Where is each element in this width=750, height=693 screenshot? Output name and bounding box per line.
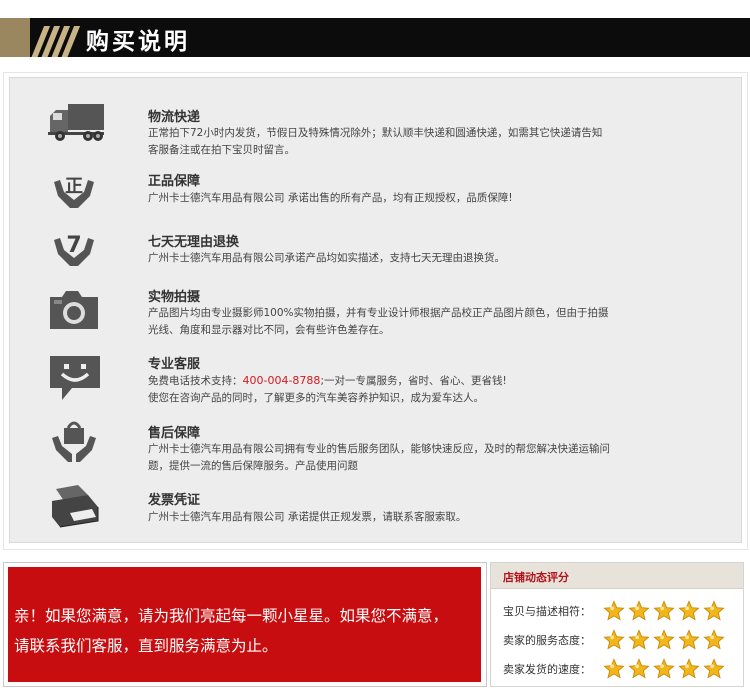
rating-row: 卖家的服务态度： (503, 629, 743, 651)
rating-label: 宝贝与描述相符： (503, 605, 591, 618)
star-icon (653, 658, 675, 680)
truck-icon (48, 102, 106, 152)
info-panel: 物流快递 正常拍下72小时内发货，节假日及特殊情况除外；默认顺丰快递和圆通快递，… (9, 77, 742, 543)
item-title: 物流快递 (148, 110, 201, 125)
rating-row: 宝贝与描述相符： (503, 600, 743, 622)
rating-label: 卖家发货的速度： (503, 663, 591, 676)
item-title: 专业客服 (148, 357, 201, 372)
svg-text:正: 正 (65, 176, 83, 197)
header-bar: 购买说明 (0, 18, 750, 57)
promo-box: 亲！如果您满意，请为我们亮起每一颗小星星。如果您不满意， 请联系我们客服，直到服… (3, 562, 487, 687)
item-description: 产品图片均由专业摄影师100%实物拍摄，并有专业设计师根据产品校正产品图片颜色，… (148, 307, 609, 336)
rating-label: 卖家的服务态度： (503, 634, 591, 647)
store-rating-panel: 店铺动态评分 宝贝与描述相符： 卖家的服务态度： 卖家发货的速度： (490, 562, 744, 687)
star-icon (678, 658, 700, 680)
phone-number: 400-004-8788 (242, 374, 321, 387)
star-icon (628, 600, 650, 622)
item-title: 售后保障 (148, 426, 201, 441)
star-icon (703, 600, 725, 622)
item-description: 广州卡士德汽车用品有限公司 承诺出售的所有产品，均有正规授权，品质保障! (148, 192, 513, 204)
star-rating (603, 658, 733, 680)
item-description: 广州卡士德汽车用品有限公司拥有专业的售后服务团队，能够快速反应，及时的帮您解决快… (148, 443, 610, 472)
genuine-hands-icon: 正 (48, 168, 106, 218)
star-icon (678, 629, 700, 651)
printer-icon (48, 483, 106, 533)
star-icon (653, 629, 675, 651)
promo-banner: 亲！如果您满意，请为我们亮起每一颗小星星。如果您不满意， 请联系我们客服，直到服… (8, 567, 481, 682)
item-description: 广州卡士德汽车用品有限公司承诺产品均如实描述，支持七天无理由退换货。 (148, 252, 505, 264)
item-title: 发票凭证 (148, 493, 201, 508)
star-icon (703, 658, 725, 680)
item-description: 广州卡士德汽车用品有限公司 承诺提供正规发票，请联系客服索取。 (148, 511, 467, 523)
rating-row: 卖家发货的速度： (503, 658, 743, 680)
star-rating (603, 600, 733, 622)
star-icon (653, 600, 675, 622)
item-title: 七天无理由退换 (148, 235, 240, 250)
star-icon (703, 629, 725, 651)
item-title: 实物拍摄 (148, 290, 201, 305)
star-icon (603, 658, 625, 680)
item-description: 正常拍下72小时内发货，节假日及特殊情况除外；默认顺丰快递和圆通快递，如需其它快… (148, 127, 603, 156)
rating-header: 店铺动态评分 (491, 563, 743, 589)
star-icon (628, 658, 650, 680)
item-description: 免费电话技术支持：400-004-8788;一对一专属服务，省时、省心、更省钱!… (148, 374, 507, 404)
star-rating (603, 629, 733, 651)
seven-days-hands-icon: 7 (48, 226, 106, 276)
star-icon (678, 600, 700, 622)
svg-text:7: 7 (66, 233, 81, 258)
service-bag-icon (48, 418, 106, 468)
star-icon (603, 600, 625, 622)
rating-title: 店铺动态评分 (503, 571, 569, 584)
promo-text: 亲！如果您满意，请为我们亮起每一颗小星星。如果您不满意， 请联系我们客服，直到服… (14, 607, 449, 655)
header-decoration (0, 18, 80, 57)
page-title: 购买说明 (86, 29, 190, 55)
chat-smile-icon (48, 354, 106, 404)
item-title: 正品保障 (148, 174, 201, 189)
camera-icon (48, 287, 106, 337)
star-icon (603, 629, 625, 651)
star-icon (628, 629, 650, 651)
